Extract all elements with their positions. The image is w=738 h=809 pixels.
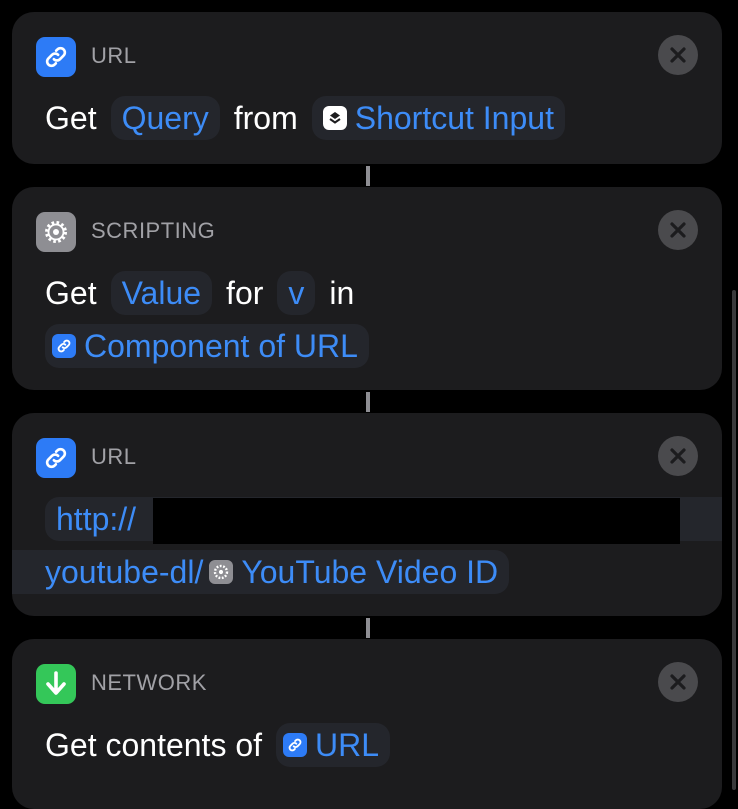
action-text: from	[233, 99, 298, 136]
youtube-video-id-variable[interactable]: YouTube Video ID	[241, 554, 498, 591]
link-icon	[283, 733, 308, 757]
url-text-field-continued[interactable]: youtube-dl/ YouTube Video ID	[12, 550, 510, 594]
close-icon	[670, 448, 686, 464]
download-arrow-icon	[36, 664, 76, 704]
close-icon	[670, 222, 686, 238]
component-of-url-variable[interactable]: Component of URL	[45, 324, 369, 368]
link-icon	[52, 334, 76, 358]
close-icon	[670, 674, 686, 690]
close-icon	[670, 47, 686, 63]
action-connector	[366, 392, 370, 412]
variable-label: Shortcut Input	[354, 99, 554, 136]
action-card-url-query[interactable]: URL Get Query from Shortcut Input	[12, 12, 722, 164]
remove-action-button[interactable]	[658, 662, 698, 702]
action-card-url[interactable]: URL http:// youtube-dl/ YouTube Video ID	[12, 413, 722, 616]
gear-icon	[36, 212, 76, 252]
action-category-label: SCRIPTING	[91, 218, 216, 243]
scrollbar[interactable]	[732, 290, 736, 790]
action-text: in	[329, 274, 355, 311]
query-parameter-token[interactable]: Query	[110, 96, 220, 140]
action-text: Get contents of	[45, 726, 263, 763]
remove-action-button[interactable]	[658, 436, 698, 476]
url-text: youtube-dl/	[45, 553, 204, 590]
action-text: Get	[45, 274, 97, 311]
gear-icon	[209, 560, 234, 584]
action-category-label: URL	[91, 444, 137, 469]
url-variable[interactable]: URL	[276, 723, 391, 767]
variable-label: Component of URL	[84, 327, 358, 364]
action-card-get-contents[interactable]: NETWORK Get contents of URL	[12, 639, 722, 809]
redacted-region	[153, 498, 680, 544]
remove-action-button[interactable]	[658, 35, 698, 75]
variable-label: URL	[315, 726, 380, 763]
url-text: http://	[56, 500, 137, 537]
shortcut-input-variable[interactable]: Shortcut Input	[311, 96, 565, 140]
value-parameter-token[interactable]: Value	[110, 271, 213, 315]
action-text: Get	[45, 99, 97, 136]
key-parameter-token[interactable]: v	[277, 271, 316, 315]
action-connector	[366, 166, 370, 186]
action-connector	[366, 618, 370, 638]
action-category-label: URL	[91, 43, 137, 68]
action-card-get-value[interactable]: SCRIPTING Get Value for v in Component o…	[12, 187, 722, 390]
action-category-label: NETWORK	[91, 670, 207, 695]
shortcut-input-icon	[322, 106, 347, 130]
remove-action-button[interactable]	[658, 210, 698, 250]
link-icon	[36, 37, 76, 77]
action-text: for	[226, 274, 264, 311]
link-icon	[36, 438, 76, 478]
